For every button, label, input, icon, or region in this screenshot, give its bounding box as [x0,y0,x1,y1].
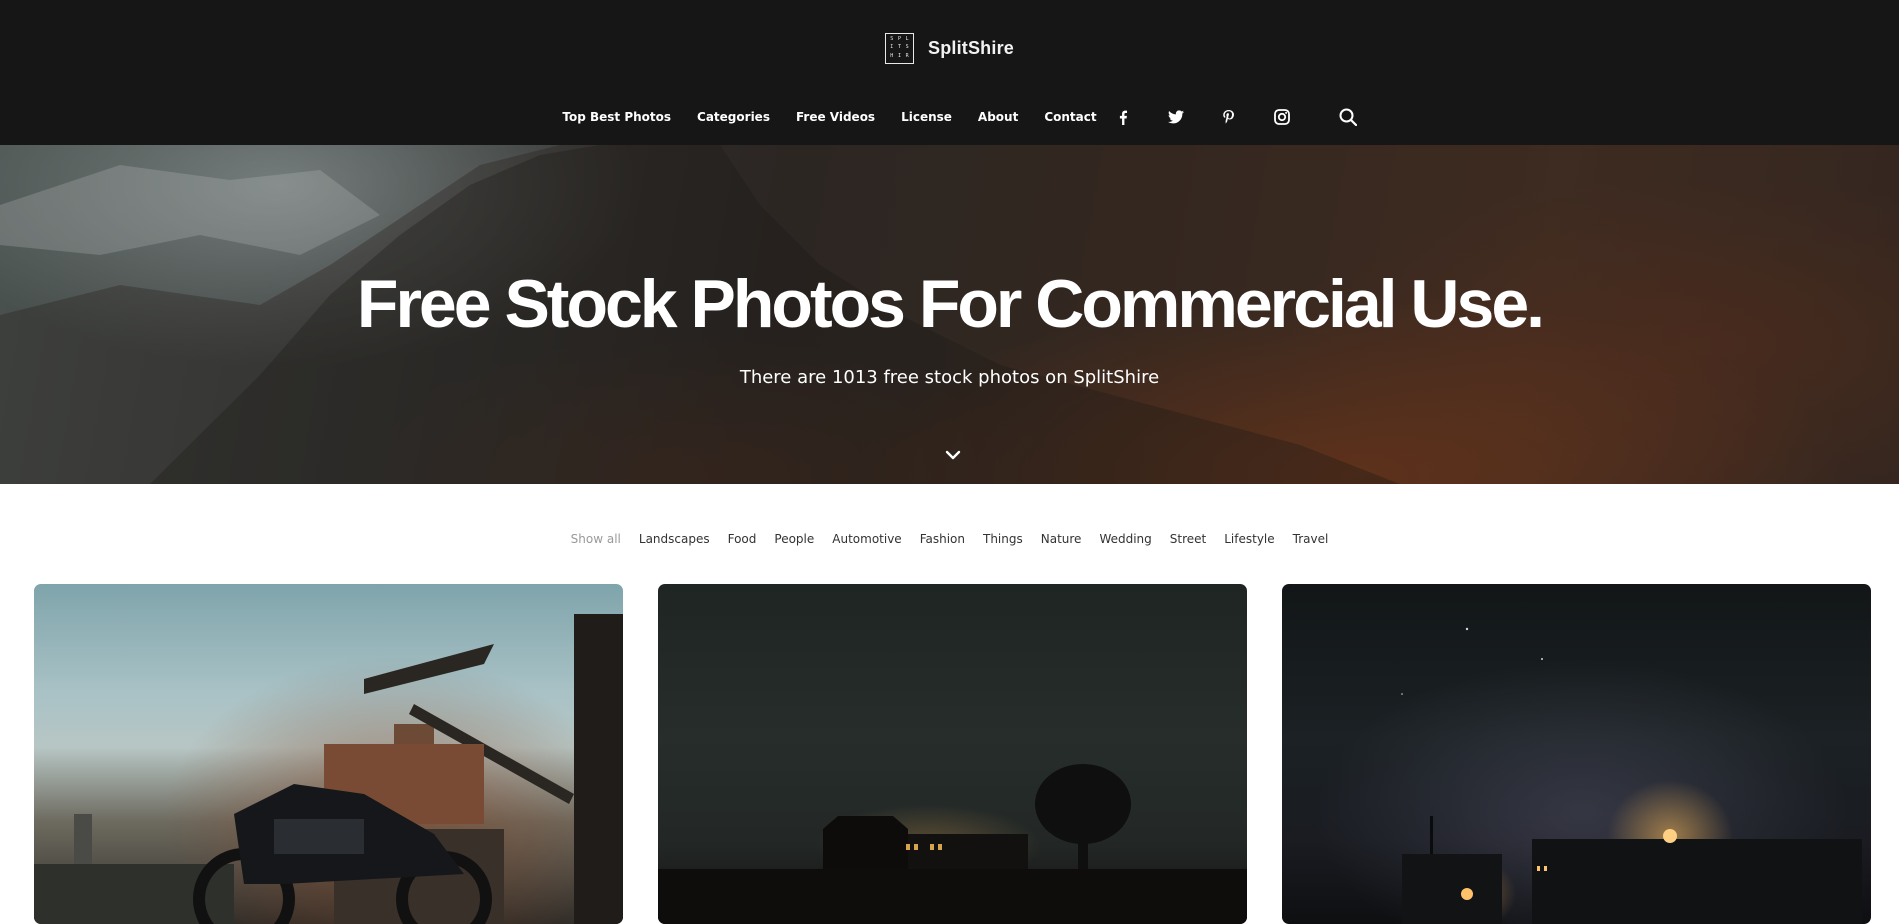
logo-letter: I [897,52,901,59]
filter-landscapes[interactable]: Landscapes [639,532,710,546]
search-icon[interactable] [1339,108,1357,126]
photo-image [1401,627,1862,924]
photo-card-foggy-night[interactable] [1282,584,1871,924]
filter-wedding[interactable]: Wedding [1099,532,1151,546]
hero-title: Free Stock Photos For Commercial Use. [356,266,1545,342]
instagram-icon[interactable] [1273,108,1291,126]
hero-subtitle: There are 1013 free stock photos on Spli… [739,367,1160,388]
photo-image [34,614,623,924]
nav-top-best-photos[interactable]: Top Best Photos [562,110,671,124]
nav-about[interactable]: About [978,110,1018,124]
filter-lifestyle[interactable]: Lifestyle [1224,532,1274,546]
logo-letter: I [890,44,894,51]
logo-letter: R [905,52,909,59]
nav-license[interactable]: License [901,110,952,124]
chevron-down-icon[interactable] [942,447,964,463]
site-header: S P L I T S H I R SplitShire Top Best Ph… [0,0,1899,145]
filter-nature[interactable]: Nature [1041,532,1082,546]
logo-icon: S P L I T S H I R [884,33,914,64]
photo-image [658,764,1247,924]
nav-contact[interactable]: Contact [1044,110,1096,124]
logo-letter: S [905,44,909,51]
logo-letter: T [897,44,901,51]
twitter-icon[interactable] [1167,108,1185,126]
category-filters: Show all Landscapes Food People Automoti… [0,532,1899,546]
filter-automotive[interactable]: Automotive [832,532,901,546]
filter-people[interactable]: People [774,532,814,546]
logo-letter: H [890,52,894,59]
photo-card-motorcycle[interactable] [34,584,623,924]
logo-letter: L [905,36,909,42]
logo-letter: P [897,36,901,42]
nav-free-videos[interactable]: Free Videos [796,110,875,124]
brand-name[interactable]: SplitShire [928,38,1014,59]
nav-categories[interactable]: Categories [697,110,770,124]
filter-food[interactable]: Food [728,532,757,546]
filter-fashion[interactable]: Fashion [920,532,965,546]
main-nav: Top Best Photos Categories Free Videos L… [0,108,1899,126]
filter-show-all[interactable]: Show all [571,532,621,546]
filter-street[interactable]: Street [1170,532,1206,546]
logo-letter: S [890,36,894,42]
pinterest-icon[interactable] [1220,108,1238,126]
hero-banner: Free Stock Photos For Commercial Use. Th… [0,145,1899,484]
photo-card-farmhouse-night[interactable] [658,584,1247,924]
facebook-icon[interactable] [1114,108,1132,126]
brand-logo[interactable]: S P L I T S H I R SplitShire [0,33,1899,64]
filter-things[interactable]: Things [983,532,1023,546]
filter-travel[interactable]: Travel [1293,532,1329,546]
